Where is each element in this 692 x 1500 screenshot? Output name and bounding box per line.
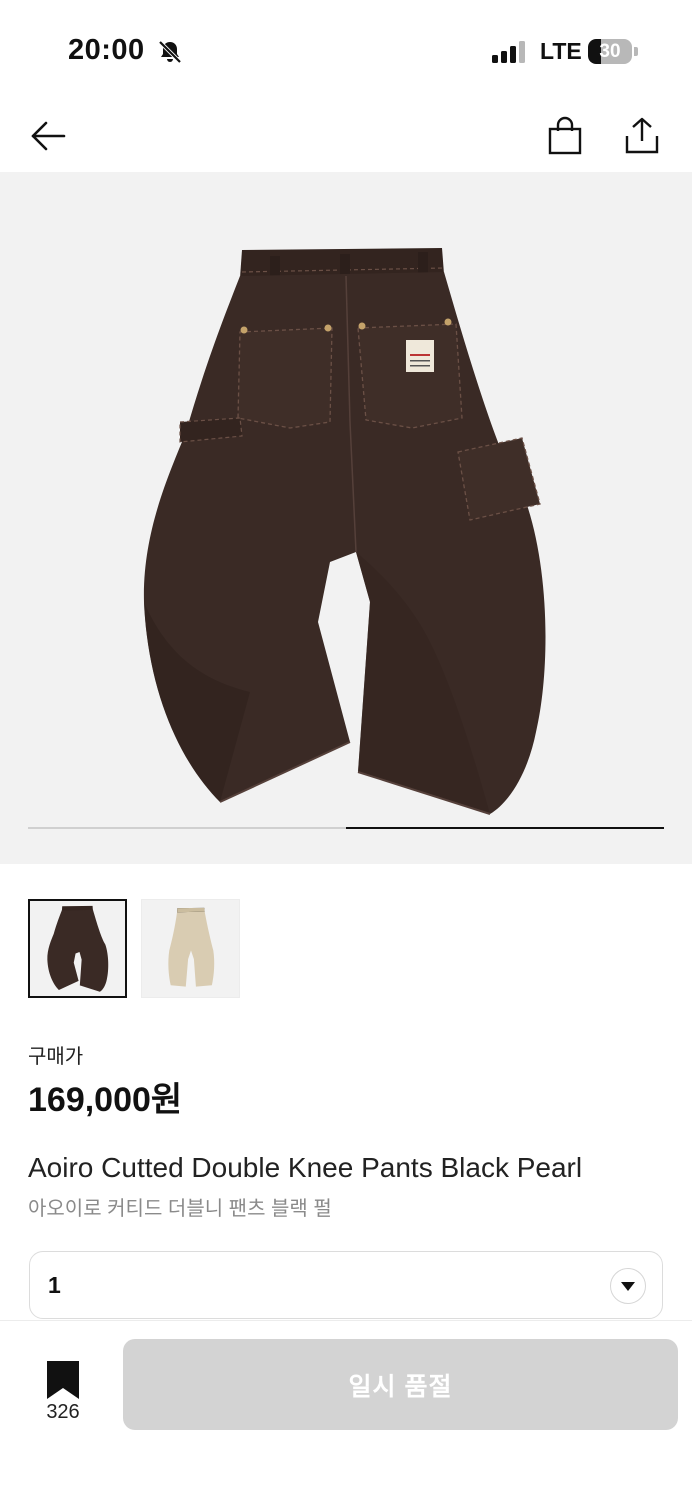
pants-thumbnail-dark-icon — [46, 905, 108, 992]
price-label: 구매가 — [28, 1046, 84, 1068]
back-button[interactable] — [24, 112, 72, 160]
network-label: LTE — [540, 38, 582, 64]
bell-muted-icon — [158, 40, 182, 64]
share-button[interactable] — [618, 112, 666, 160]
gallery-indicator-active — [346, 827, 664, 829]
pants-thumbnail-beige-icon — [167, 907, 214, 987]
arrow-left-icon — [31, 121, 66, 151]
quantity-select[interactable]: 1 — [29, 1251, 663, 1319]
signal-icon — [492, 41, 525, 63]
top-nav — [0, 100, 692, 172]
status-time: 20:00 — [68, 34, 145, 66]
chevron-down-icon — [610, 1268, 646, 1304]
bookmark-icon — [47, 1361, 79, 1399]
product-name-ko: 아오이로 커티드 더블니 팬츠 블랙 펄 — [28, 1198, 332, 1220]
product-name-en: Aoiro Cutted Double Knee Pants Black Pea… — [28, 1152, 583, 1183]
battery-level: 30 — [599, 41, 621, 62]
price-value: 169,000원 — [28, 1081, 183, 1119]
product-image-pants — [143, 248, 546, 815]
bottom-action-bar: 326 일시 품절 — [0, 1320, 692, 1500]
share-icon — [625, 117, 659, 154]
shopping-bag-button[interactable] — [541, 112, 589, 160]
thumbnail-2[interactable] — [141, 899, 240, 998]
bookmark-count: 326 — [46, 1401, 80, 1423]
quantity-value: 1 — [48, 1272, 61, 1298]
thumbnail-1[interactable] — [28, 899, 127, 998]
product-gallery[interactable] — [0, 172, 692, 864]
sold-out-button[interactable]: 일시 품절 — [123, 1339, 678, 1430]
shopping-bag-icon — [548, 116, 582, 155]
bookmark-button[interactable]: 326 — [28, 1349, 98, 1429]
battery-icon: 30 — [588, 39, 638, 64]
status-bar: 20:00 LTE 30 — [0, 0, 692, 100]
gallery-indicator — [28, 827, 664, 829]
thumbnail-strip — [28, 899, 240, 999]
